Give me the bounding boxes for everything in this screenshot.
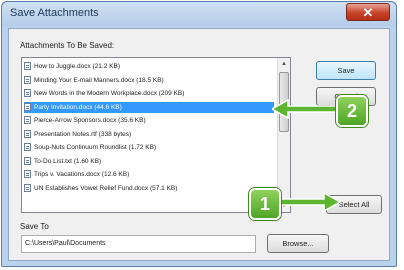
window-title: Save Attachments [10,7,99,19]
list-item[interactable]: Soup-Nuts Continuum Roundlist (1.72 KB) [24,142,274,153]
attachment-label: New Words in the Modern Workplace.docx (… [34,90,185,97]
dialog-body: Attachments To Be Saved: How to Juggle.d… [8,28,390,261]
save-attachments-dialog: Save Attachments ✕ Attachments To Be Sav… [1,1,397,267]
attachment-label: UN Establishes Vowel Relief Fund.docx (5… [34,184,178,192]
document-icon [24,143,31,151]
document-icon [24,102,31,111]
attachment-label: Trips v. Vacations.docx (12.6 KB) [34,171,130,178]
document-icon [24,156,31,165]
attachment-label: Party Invitation.docx (44.6 KB) [34,103,122,111]
list-item[interactable]: Minding Your E-mail Manners.docx (18.5 K… [24,75,274,86]
callout-step-2: 2 [336,95,368,127]
attachment-label: To-Do List.txt (1.60 KB) [34,157,102,165]
document-icon [24,89,31,97]
list-item[interactable]: How to Juggle.docx (21.2 KB) [24,61,274,72]
callout-arrow-2 [272,98,341,120]
scroll-up-arrow-icon[interactable]: ▲ [278,58,290,70]
save-to-field[interactable]: C:\Users\Paul\Documents [21,235,256,253]
attachments-label: Attachments To Be Saved: [20,41,115,50]
list-item[interactable]: UN Establishes Vowel Relief Fund.docx (5… [24,183,274,194]
document-icon [24,129,31,138]
list-item[interactable]: Presentation Notes.rtf (338 bytes) [24,129,274,140]
save-to-label: Save To [20,222,49,231]
document-icon [24,62,31,70]
attachment-label: Presentation Notes.rtf (338 bytes) [34,130,132,138]
document-icon [24,170,31,178]
browse-button[interactable]: Browse... [267,234,329,253]
attachment-label: Minding Your E-mail Manners.docx (18.5 K… [34,76,164,84]
close-button[interactable]: ✕ [346,3,390,21]
attachment-label: Soup-Nuts Continuum Roundlist (1.72 KB) [34,144,157,151]
callout-arrow-1 [272,191,342,213]
document-icon [24,75,31,84]
title-bar[interactable]: Save Attachments ✕ [2,2,396,26]
list-item[interactable]: Party Invitation.docx (44.6 KB) [24,101,274,113]
list-item[interactable]: Pierce-Arrow Sponsors.docx (35.6 KB) [24,115,274,126]
list-item[interactable]: To-Do List.txt (1.60 KB) [24,156,274,167]
document-icon [24,116,31,124]
save-button[interactable]: Save [316,61,376,80]
attachment-label: Pierce-Arrow Sponsors.docx (35.6 KB) [34,117,146,124]
attachment-label: How to Juggle.docx (21.2 KB) [34,63,120,70]
callout-step-1: 1 [249,188,281,220]
document-icon [24,183,31,192]
list-item[interactable]: Trips v. Vacations.docx (12.6 KB) [24,169,274,180]
list-item[interactable]: New Words in the Modern Workplace.docx (… [24,88,274,99]
